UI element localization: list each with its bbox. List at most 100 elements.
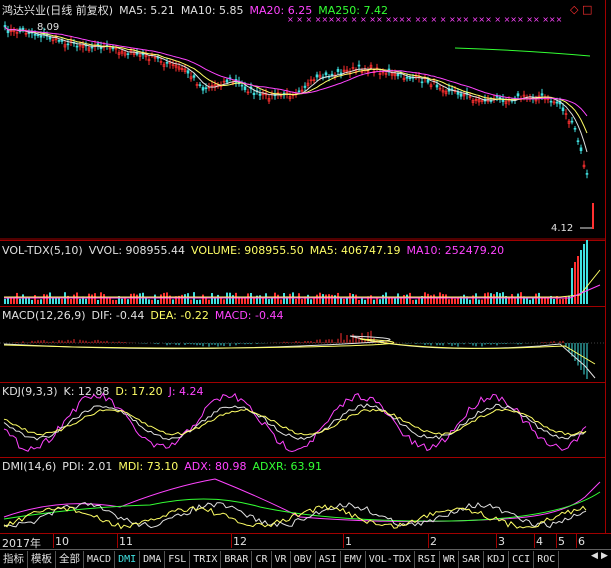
tab-wr[interactable]: WR (440, 550, 460, 568)
tab-roc[interactable]: ROC (534, 550, 560, 568)
date-tick (343, 534, 344, 548)
tab-rsi[interactable]: RSI (415, 550, 440, 568)
volume-bar (79, 298, 81, 304)
tab-trix[interactable]: TRIX (190, 550, 222, 568)
candle-body (456, 91, 460, 95)
volume-bar (199, 299, 201, 304)
volume-bar (373, 299, 375, 304)
tab-sar[interactable]: SAR (459, 550, 485, 568)
volume-bar (58, 298, 60, 304)
price-panel[interactable]: 鸿达兴业(日线 前复权) MA5: 5.21 MA10: 5.85 MA20: 6.2… (0, 0, 605, 240)
macd-panel[interactable]: MACD(12,26,9) DIF: -0.44 DEA: -0.22 MACD: -… (0, 306, 605, 382)
volume-bar (469, 299, 471, 304)
tab-cci[interactable]: CCI (509, 550, 535, 568)
volume-bar (19, 298, 21, 304)
right-border (605, 0, 606, 533)
volume-bar (184, 294, 186, 304)
last-candle (592, 203, 594, 229)
volume-bar (394, 297, 396, 304)
tab-kdj[interactable]: KDJ (484, 550, 510, 568)
volume-bar (403, 294, 405, 304)
volume-bar (586, 240, 588, 304)
volume-bar (148, 299, 150, 304)
tab-fsl[interactable]: FSL (165, 550, 191, 568)
volume-bar (208, 299, 210, 304)
volume-bar (271, 298, 273, 304)
volume-bar (112, 299, 114, 304)
tab-全部[interactable]: 全部 (56, 550, 84, 568)
tab-dma[interactable]: DMA (140, 550, 166, 568)
volume-bar (382, 294, 384, 304)
tab-brar[interactable]: BRAR (221, 550, 253, 568)
tab-cr[interactable]: CR (252, 550, 272, 568)
volume-bar (343, 298, 345, 304)
candle-body (420, 81, 424, 84)
volume-bar (562, 298, 564, 304)
volume-bar (121, 298, 123, 304)
volume-bar (478, 299, 480, 304)
volume-bar (406, 294, 408, 304)
volume-bar (40, 299, 42, 304)
volume-bar (151, 299, 153, 304)
volume-bars (4, 240, 601, 304)
volume-bar (511, 294, 513, 304)
scroll-left-icon[interactable]: ◀ (591, 551, 598, 561)
volume-bar (94, 293, 96, 304)
tab-asi[interactable]: ASI (316, 550, 341, 568)
date-tick (556, 534, 557, 548)
volume-bar (490, 293, 492, 304)
candle-body (570, 120, 574, 123)
volume-bar (328, 294, 330, 304)
volume-bar (37, 299, 39, 304)
volume-bar (4, 298, 6, 304)
volume-bar (412, 299, 414, 304)
date-label-nov: 11 (119, 535, 133, 548)
tab-vr[interactable]: VR (272, 550, 291, 568)
tab-dmi[interactable]: DMI (115, 550, 141, 568)
volume-bar (559, 299, 561, 304)
adx-line (3, 478, 601, 523)
candle-body (243, 86, 247, 91)
candle-body (258, 93, 262, 96)
kdj-panel[interactable]: KDJ(9,3,3) K: 12.88 D: 17.20 J: 4.24 (0, 382, 605, 457)
tab-指标[interactable]: 指标 (0, 550, 28, 568)
volume-bar (499, 293, 501, 304)
volume-bar (340, 298, 342, 304)
volume-bar (277, 294, 279, 304)
volume-bar (448, 299, 450, 304)
candle-body (297, 90, 301, 93)
volume-bar (139, 293, 141, 304)
candle-body (165, 62, 169, 64)
volume-bar (124, 298, 126, 304)
volume-bar (223, 299, 225, 304)
volume-bar (43, 294, 45, 304)
volume-panel[interactable]: VOL-TDX(5,10) VVOL: 908955.44 VOLUME: 9089… (0, 240, 605, 306)
candle-body (336, 69, 340, 72)
volume-bar (160, 294, 162, 304)
scroll-right-icon[interactable]: ▶ (601, 551, 608, 561)
tab-模板[interactable]: 模板 (28, 550, 56, 568)
dmi-panel[interactable]: DMI(14,6) PDI: 2.01 MDI: 73.10 ADX: 80.98 AD… (0, 457, 605, 533)
volume-bar (187, 293, 189, 304)
tab-obv[interactable]: OBV (291, 550, 316, 568)
vol-ma10-line (4, 284, 601, 299)
volume-bar (202, 294, 204, 304)
volume-bar (283, 293, 285, 304)
volume-bar (583, 244, 585, 304)
volume-bar (115, 299, 117, 304)
date-label-jan: 1 (345, 535, 352, 548)
tab-vol-tdx[interactable]: VOL-TDX (366, 550, 415, 568)
volume-bar (379, 299, 381, 304)
volume-bar (346, 298, 348, 304)
date-label-jun: 6 (578, 535, 585, 548)
tab-emv[interactable]: EMV (341, 550, 366, 568)
tab-macd[interactable]: MACD (84, 550, 116, 568)
date-label-oct: 10 (55, 535, 69, 548)
volume-bar (103, 294, 105, 304)
candle-body (585, 173, 589, 175)
volume-bar (130, 293, 132, 304)
volume-bar (352, 294, 354, 304)
volume-bar (568, 295, 570, 304)
d-line (3, 408, 587, 436)
dmi-chart (3, 478, 601, 530)
